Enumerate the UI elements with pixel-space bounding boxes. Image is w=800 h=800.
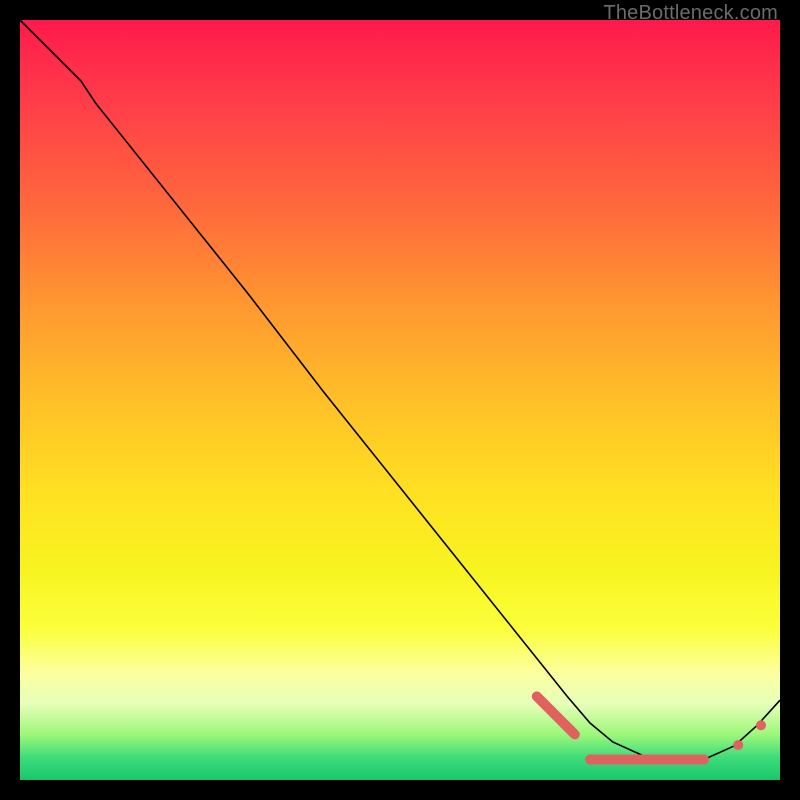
marker-dot <box>756 720 766 730</box>
marker-dot <box>733 740 743 750</box>
marker-group <box>537 696 766 759</box>
marker-cluster <box>537 696 575 734</box>
chart-frame: TheBottleneck.com <box>0 0 800 800</box>
chart-svg <box>20 20 780 780</box>
bottleneck-curve <box>20 20 780 760</box>
curve-group <box>20 20 780 760</box>
plot-area <box>20 20 780 780</box>
attribution-text: TheBottleneck.com <box>603 2 778 25</box>
